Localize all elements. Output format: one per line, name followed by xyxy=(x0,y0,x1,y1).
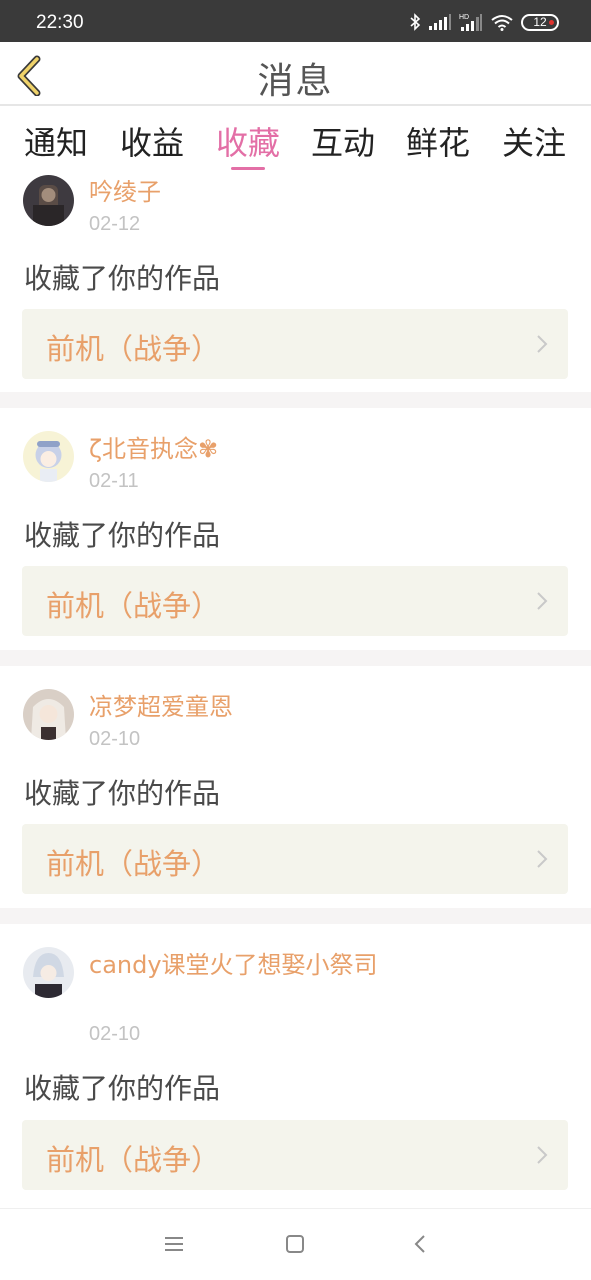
home-button[interactable] xyxy=(285,1235,305,1257)
page-title: 消息 xyxy=(257,61,334,102)
tab-interactions[interactable]: 互动 xyxy=(311,118,375,164)
bluetooth-icon xyxy=(409,13,421,31)
work-link[interactable]: 前机（战争） xyxy=(22,309,568,379)
signal-icon xyxy=(429,14,451,30)
chevron-right-icon xyxy=(537,592,548,610)
work-title: 前机（战争） xyxy=(46,1143,221,1177)
chevron-right-icon xyxy=(537,335,548,353)
list-item: candy课堂火了想娶小祭司 02-10 收藏了你的作品 前机（战争） xyxy=(0,924,591,1206)
back-chevron-icon xyxy=(414,1235,425,1253)
username-link[interactable]: ζ北音执念✾ xyxy=(89,431,379,468)
divider xyxy=(0,392,591,408)
header: 消息 xyxy=(0,42,591,106)
work-link[interactable]: 前机（战争） xyxy=(22,1120,568,1190)
username-link[interactable]: candy课堂火了想娶小祭司 xyxy=(89,947,379,984)
work-link[interactable]: 前机（战争） xyxy=(22,824,568,894)
work-title: 前机（战争） xyxy=(46,332,221,366)
chevron-right-icon xyxy=(537,1146,548,1164)
battery-icon: 12 xyxy=(521,13,559,31)
divider xyxy=(0,908,591,924)
tab-follows[interactable]: 关注 xyxy=(502,118,566,164)
item-message: 收藏了你的作品 xyxy=(24,777,221,810)
menu-button[interactable] xyxy=(164,1235,184,1257)
list-item: 凉梦超爱童恩 02-10 收藏了你的作品 前机（战争） xyxy=(0,666,591,908)
avatar[interactable] xyxy=(23,431,74,482)
battery-level: 12 xyxy=(533,14,547,29)
system-nav-bar xyxy=(0,1208,591,1280)
item-date: 02-10 xyxy=(89,728,141,750)
status-bar: 22:30 HD 12 xyxy=(0,0,591,42)
active-tab-indicator xyxy=(231,167,265,170)
work-title: 前机（战争） xyxy=(46,847,221,881)
work-link[interactable]: 前机（战争） xyxy=(22,566,568,636)
tab-earnings[interactable]: 收益 xyxy=(120,118,184,164)
status-time: 22:30 xyxy=(36,12,84,33)
system-back-button[interactable] xyxy=(410,1235,430,1257)
favorites-list[interactable]: 吟绫子 02-12 收藏了你的作品 前机（战争） ζ北音执念✾ 02-11 收藏… xyxy=(0,172,591,1206)
avatar[interactable] xyxy=(23,689,74,740)
hd-signal-icon: HD xyxy=(459,13,483,31)
svg-text:HD: HD xyxy=(459,14,469,21)
work-title: 前机（战争） xyxy=(46,589,221,623)
list-item: 吟绫子 02-12 收藏了你的作品 前机（战争） xyxy=(0,172,591,392)
avatar[interactable] xyxy=(23,175,74,226)
status-icons: HD 12 xyxy=(409,12,559,32)
username-link[interactable]: 凉梦超爱童恩 xyxy=(89,689,379,726)
item-date: 02-12 xyxy=(89,213,141,235)
username-link[interactable]: 吟绫子 xyxy=(89,174,379,211)
tab-bar: 通知 收益 收藏 互动 鲜花 关注 xyxy=(0,108,591,172)
list-item: ζ北音执念✾ 02-11 收藏了你的作品 前机（战争） xyxy=(0,408,591,650)
tab-notifications[interactable]: 通知 xyxy=(24,118,88,164)
item-message: 收藏了你的作品 xyxy=(24,262,221,295)
item-message: 收藏了你的作品 xyxy=(24,519,221,552)
chevron-right-icon xyxy=(537,850,548,868)
wifi-icon xyxy=(491,14,513,31)
home-square-icon xyxy=(286,1235,304,1253)
tab-flowers[interactable]: 鲜花 xyxy=(406,118,470,164)
item-date: 02-11 xyxy=(89,470,139,492)
menu-icon xyxy=(165,1237,183,1251)
avatar[interactable] xyxy=(23,947,74,998)
divider xyxy=(0,650,591,666)
item-date: 02-10 xyxy=(89,1023,141,1045)
item-message: 收藏了你的作品 xyxy=(24,1072,221,1105)
tab-favorites[interactable]: 收藏 xyxy=(216,118,280,164)
